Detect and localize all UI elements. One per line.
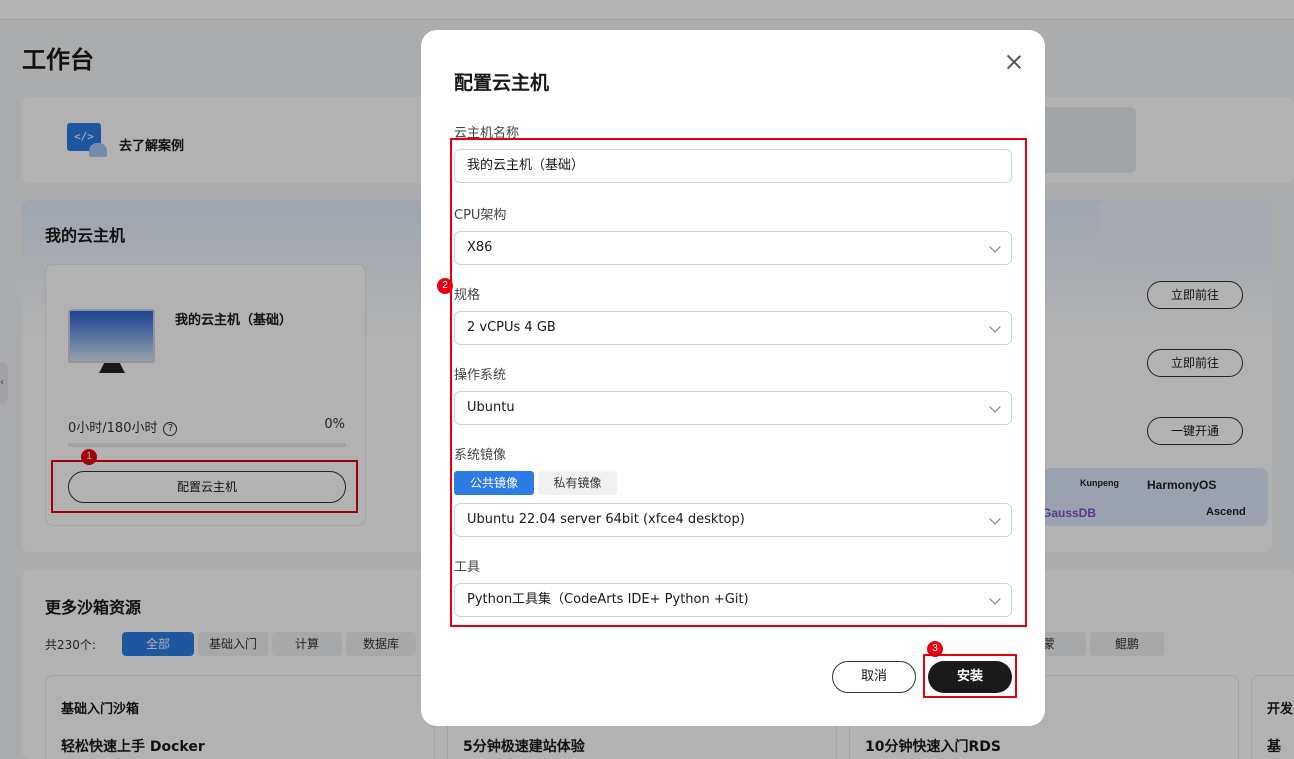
step-badge-3: 3 <box>927 641 943 657</box>
highlight-box-3 <box>923 654 1017 698</box>
close-icon[interactable] <box>1005 53 1023 71</box>
dialog-title: 配置云主机 <box>454 72 550 94</box>
cancel-button[interactable]: 取消 <box>832 661 916 693</box>
step-badge-2: 2 <box>437 278 453 294</box>
highlight-box-2 <box>450 138 1027 627</box>
